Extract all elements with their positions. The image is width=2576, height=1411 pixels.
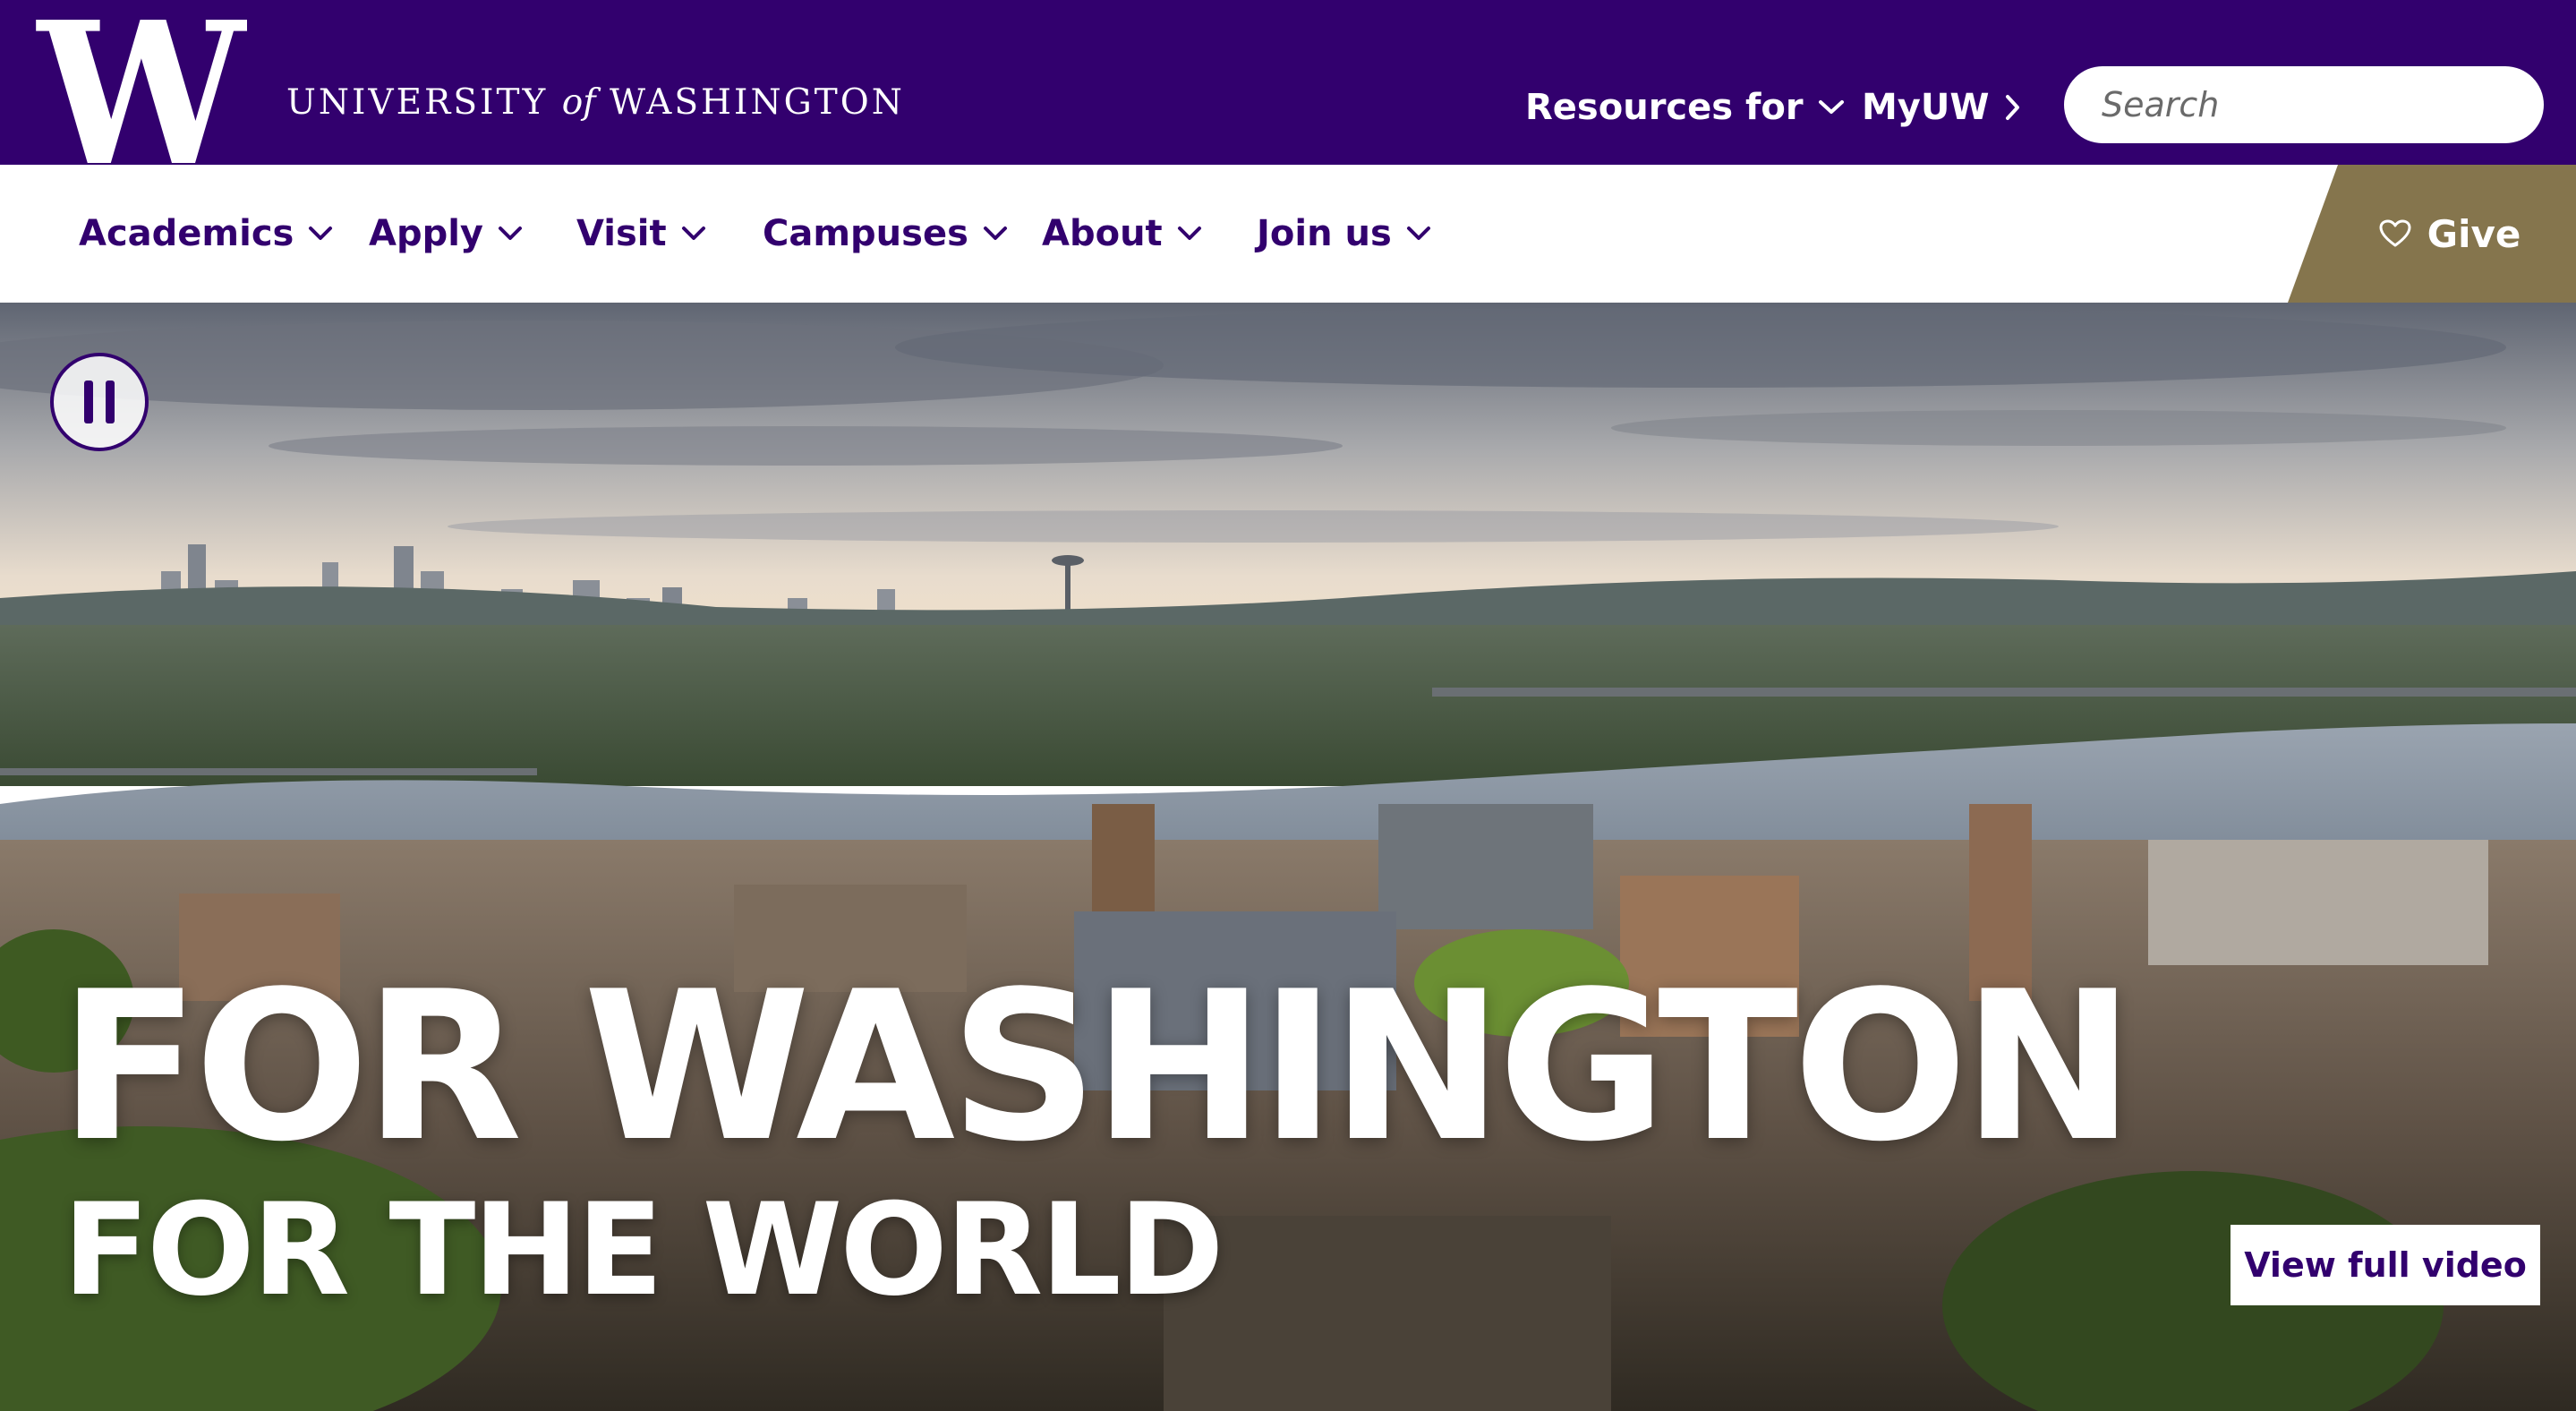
university-wordmark[interactable]: UNIVERSITY of WASHINGTON: [286, 82, 905, 123]
nav-item-label: About: [1042, 213, 1163, 254]
nav-about[interactable]: About: [1042, 165, 1202, 303]
hero-video: FOR WASHINGTON FOR THE WORLD View full v…: [0, 303, 2576, 1411]
chevron-down-icon: [309, 227, 333, 240]
myuw-link[interactable]: MyUW: [1862, 79, 2021, 136]
logo-letter: W: [36, 20, 247, 165]
chevron-down-icon: [681, 227, 705, 240]
nav-academics[interactable]: Academics: [79, 165, 333, 303]
search-input[interactable]: [2100, 78, 2522, 132]
pause-button[interactable]: [50, 353, 149, 451]
nav-item-label: Apply: [369, 213, 484, 254]
nav-visit[interactable]: Visit: [576, 165, 706, 303]
chevron-down-icon: [499, 227, 523, 240]
resources-for-label: Resources for: [1525, 87, 1804, 128]
chevron-down-icon: [1818, 100, 1844, 114]
pause-icon: [84, 381, 115, 423]
chevron-down-icon: [1406, 227, 1430, 240]
chevron-right-icon: [2006, 95, 2020, 120]
nav-item-label: Academics: [79, 213, 294, 254]
myuw-label: MyUW: [1862, 87, 1990, 128]
top-bar: W UNIVERSITY of WASHINGTON Resources for…: [0, 0, 2576, 165]
hero-subtitle: FOR THE WORLD: [63, 1176, 1224, 1324]
nav-campuses[interactable]: Campuses: [763, 165, 1008, 303]
nav-item-label: Visit: [576, 213, 667, 254]
uw-logo-w[interactable]: W: [36, 20, 247, 165]
wordmark-washington: WASHINGTON: [610, 82, 905, 123]
view-full-video-button[interactable]: View full video: [2231, 1225, 2540, 1305]
search-box: [2064, 66, 2544, 143]
give-button[interactable]: Give: [2288, 165, 2576, 303]
give-label: Give: [2427, 211, 2521, 256]
main-nav: Academics Apply Visit Campuses About Joi…: [0, 165, 2576, 303]
chevron-down-icon: [983, 227, 1007, 240]
nav-apply[interactable]: Apply: [369, 165, 523, 303]
heart-icon: [2379, 219, 2411, 247]
chevron-down-icon: [1177, 227, 1201, 240]
nav-join-us[interactable]: Join us: [1257, 165, 1431, 303]
nav-item-label: Campuses: [763, 213, 968, 254]
wordmark-of: of: [561, 82, 596, 123]
hero-title: FOR WASHINGTON: [59, 948, 2135, 1187]
wordmark-university: UNIVERSITY: [286, 82, 549, 123]
resources-for-menu[interactable]: Resources for: [1525, 79, 1845, 136]
nav-item-label: Join us: [1257, 213, 1392, 254]
